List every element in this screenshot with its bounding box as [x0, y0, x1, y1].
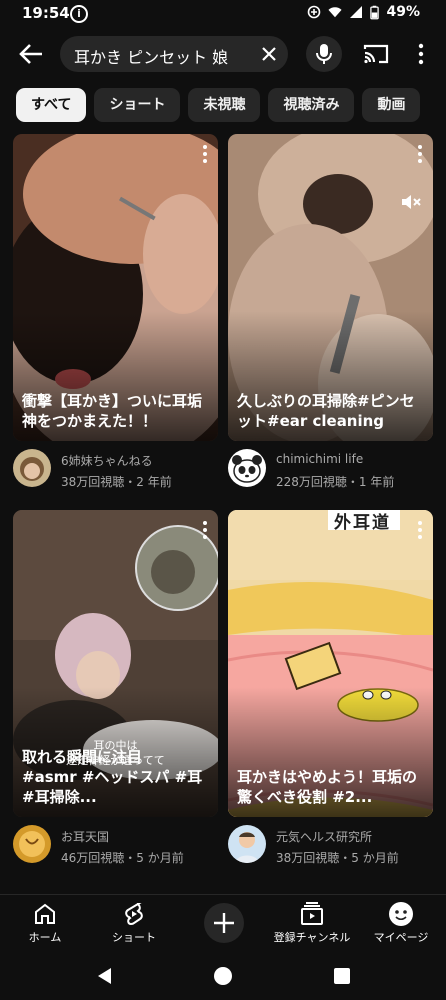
- back-arrow-icon[interactable]: [16, 40, 46, 68]
- thumbnail-label: 外耳道: [334, 513, 391, 533]
- view-stats: 38万回視聴・5 か月前: [276, 851, 399, 865]
- chip-videos[interactable]: 動画: [362, 88, 421, 122]
- channel-avatar[interactable]: [13, 825, 51, 863]
- nav-home-label: ホーム: [28, 931, 62, 944]
- voice-search-button[interactable]: [306, 36, 342, 72]
- kebab-menu-icon[interactable]: [202, 520, 208, 540]
- search-header: 耳かき ピンセット 娘: [0, 32, 446, 76]
- status-time: 19:54: [22, 4, 70, 22]
- chip-all[interactable]: すべて: [16, 88, 87, 122]
- thumbnail[interactable]: 久しぶりの耳掃除#ピンセット#ear cleaning: [228, 134, 433, 441]
- thumbnail[interactable]: 外耳道 耳かきはやめよう！耳垢の驚くべき役割 #2...: [228, 510, 433, 817]
- cast-icon[interactable]: [362, 42, 390, 66]
- nav-you-label: マイページ: [373, 931, 429, 944]
- data-saver-icon: [308, 5, 321, 19]
- clear-search-icon[interactable]: [258, 43, 280, 65]
- channel-avatar[interactable]: [13, 449, 51, 487]
- wifi-icon: [328, 7, 343, 18]
- kebab-menu-icon[interactable]: [417, 520, 423, 540]
- subscriptions-icon: [301, 902, 323, 925]
- thumbnail[interactable]: 耳の中は 迷走神経が通ってて 取れる瞬間に注目 #asmr #ヘッドスパ #耳 …: [13, 510, 218, 817]
- signal-icon: [350, 6, 363, 18]
- info-icon: i: [70, 5, 88, 23]
- channel-name: お耳天国: [61, 830, 110, 844]
- search-box[interactable]: 耳かき ピンセット 娘: [60, 36, 288, 72]
- profile-avatar-icon: [389, 902, 413, 926]
- bottom-navigation: ホーム ショート 登録チャンネル マイページ: [0, 894, 446, 953]
- mic-icon: [316, 44, 332, 64]
- nav-home[interactable]: ホーム: [0, 901, 90, 945]
- view-stats: 46万回視聴・5 か月前: [61, 851, 184, 865]
- system-home-icon[interactable]: [213, 966, 233, 986]
- status-bar: 19:54 i 49%: [0, 0, 446, 28]
- channel-avatar[interactable]: [228, 449, 266, 487]
- shorts-icon: [125, 903, 143, 926]
- chip-unwatched[interactable]: 未視聴: [188, 88, 261, 122]
- nav-shorts[interactable]: ショート: [89, 901, 179, 945]
- thumbnail[interactable]: 衝撃【耳かき】ついに耳垢神をつかまえた！！: [13, 134, 218, 441]
- view-stats: 228万回視聴・1 年前: [276, 475, 395, 489]
- kebab-menu-icon[interactable]: [202, 144, 208, 164]
- create-button[interactable]: [204, 903, 244, 943]
- filter-chips: すべて ショート 未視聴 視聴済み 動画: [16, 88, 421, 122]
- system-navigation-bar: [0, 952, 446, 1000]
- short-card[interactable]: 外耳道 耳かきはやめよう！耳垢の驚くべき役割 #2... 元気ヘルス研究所 38…: [228, 510, 433, 879]
- short-card[interactable]: 久しぶりの耳掃除#ピンセット#ear cleaning chimichimi l…: [228, 134, 433, 503]
- kebab-menu-icon[interactable]: [417, 144, 423, 164]
- chip-shorts[interactable]: ショート: [94, 88, 181, 122]
- view-stats: 38万回視聴・2 年前: [61, 475, 172, 489]
- battery-icon: [370, 5, 380, 19]
- nav-subscriptions[interactable]: 登録チャンネル: [267, 901, 357, 945]
- video-title: 取れる瞬間に注目 #asmr #ヘッドスパ #耳 #耳掃除...: [22, 748, 203, 806]
- plus-icon: [214, 913, 234, 933]
- nav-you[interactable]: マイページ: [356, 901, 446, 945]
- video-title: 衝撃【耳かき】ついに耳垢神をつかまえた！！: [22, 392, 203, 430]
- system-recents-icon[interactable]: [333, 967, 351, 985]
- system-back-icon[interactable]: [95, 966, 115, 986]
- chip-watched[interactable]: 視聴済み: [268, 88, 355, 122]
- video-title: 久しぶりの耳掃除#ピンセット#ear cleaning: [237, 392, 415, 430]
- channel-name: chimichimi life: [276, 452, 364, 466]
- mute-icon[interactable]: [399, 190, 423, 214]
- battery-percent: 49%: [386, 4, 420, 20]
- video-title: 耳かきはやめよう！耳垢の驚くべき役割 #2...: [237, 768, 418, 806]
- nav-subscriptions-label: 登録チャンネル: [273, 931, 351, 944]
- short-card[interactable]: 衝撃【耳かき】ついに耳垢神をつかまえた！！ 6姉妹ちゃんねる 38万回視聴・2 …: [13, 134, 218, 503]
- nav-shorts-label: ショート: [112, 931, 156, 944]
- channel-avatar[interactable]: [228, 825, 266, 863]
- more-options-icon[interactable]: [414, 42, 428, 66]
- home-icon: [35, 903, 55, 924]
- channel-name: 元気ヘルス研究所: [276, 830, 373, 844]
- channel-name: 6姉妹ちゃんねる: [61, 454, 153, 468]
- search-query[interactable]: 耳かき ピンセット 娘: [74, 44, 254, 68]
- short-card[interactable]: 耳の中は 迷走神経が通ってて 取れる瞬間に注目 #asmr #ヘッドスパ #耳 …: [13, 510, 218, 879]
